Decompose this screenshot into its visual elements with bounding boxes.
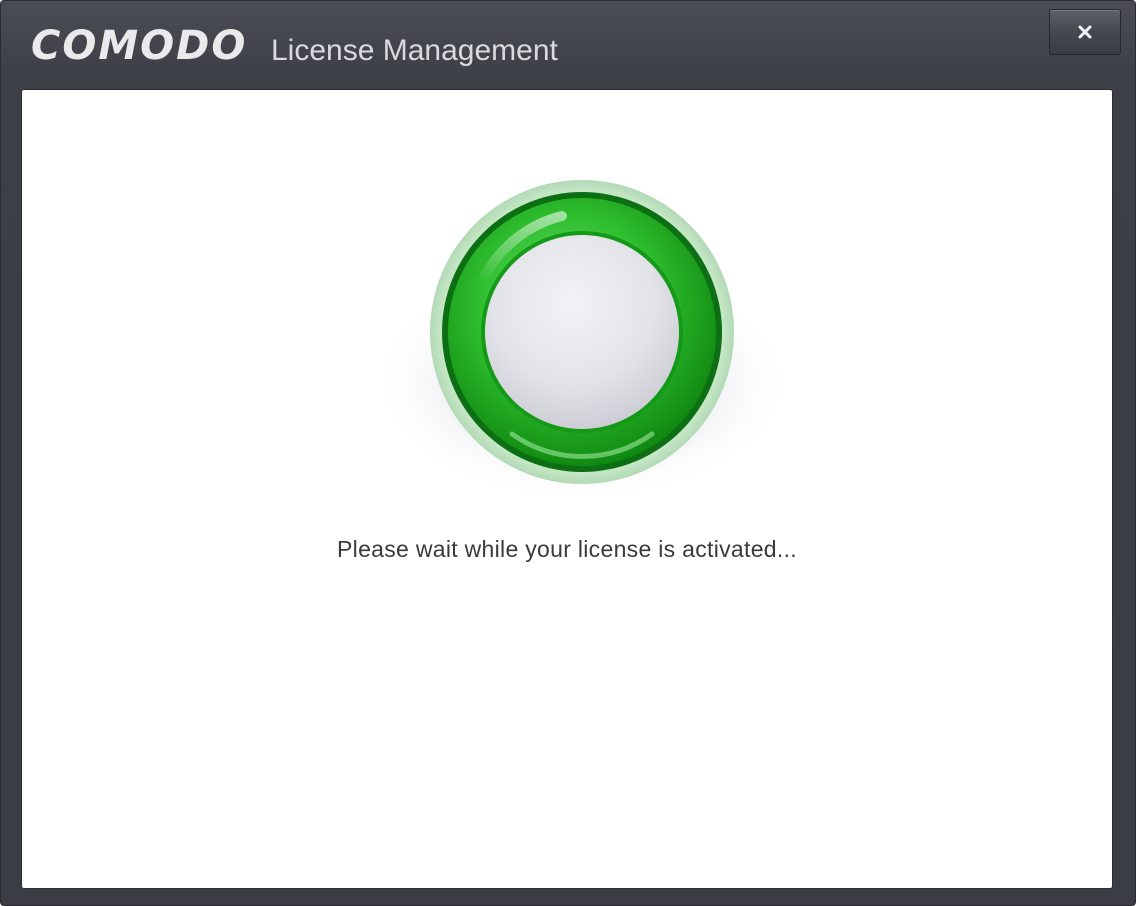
window-title: License Management bbox=[271, 34, 558, 67]
status-ring-icon bbox=[372, 180, 792, 502]
main-content: Please wait while your license is activa… bbox=[21, 89, 1113, 889]
comodo-logo: COMODO bbox=[31, 23, 248, 69]
close-button[interactable] bbox=[1049, 9, 1121, 55]
title-bar: COMODO License Management bbox=[1, 1, 1135, 87]
license-management-window: COMODO License Management Please wait wh… bbox=[0, 0, 1136, 906]
close-icon bbox=[1078, 25, 1092, 39]
activation-status-message: Please wait while your license is activa… bbox=[337, 536, 797, 562]
